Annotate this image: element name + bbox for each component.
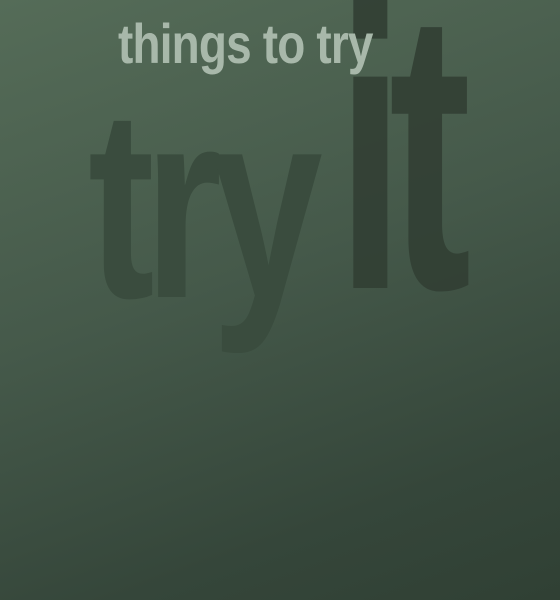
graphic-panel: try it things to try: [0, 0, 560, 600]
page-title: things to try: [118, 12, 373, 75]
watermark-word-try: try: [88, 54, 323, 355]
